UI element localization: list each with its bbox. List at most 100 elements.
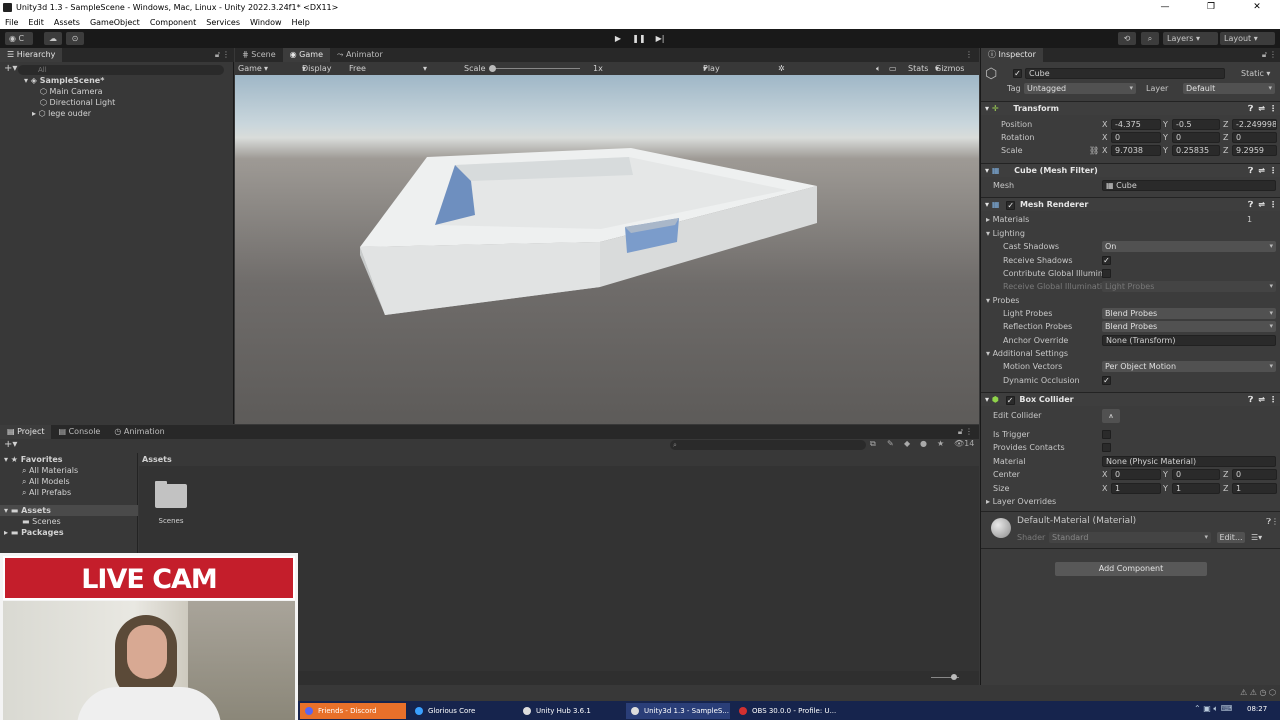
tab-animation[interactable]: ◷ Animation <box>107 425 171 439</box>
taskbar-item-obs[interactable]: OBS 30.0.0 - Profile: U... <box>734 703 838 719</box>
box-collider-enabled-checkbox[interactable]: ✓ <box>1005 396 1015 405</box>
icon-size-slider-thumb[interactable] <box>951 674 957 680</box>
lock-icon[interactable]: 🔓︎ <box>215 48 220 62</box>
close-button[interactable]: ✕ <box>1234 0 1280 15</box>
size-z-field[interactable]: 1 <box>1232 483 1277 494</box>
lock-icon[interactable]: 🔓︎ <box>958 425 963 439</box>
add-icon[interactable]: +▾ <box>4 63 17 74</box>
play-icon[interactable]: ▶ <box>608 32 628 45</box>
motion-vectors-dropdown[interactable]: Per Object Motion <box>1102 361 1276 372</box>
layer-dropdown[interactable]: Default <box>1183 83 1275 94</box>
tab-game[interactable]: ◉ Game <box>282 48 330 62</box>
search-by-type-icon[interactable]: ⧉ <box>870 439 876 449</box>
search-by-label-icon[interactable]: ✎ <box>887 439 894 448</box>
mesh-renderer-enabled-checkbox[interactable]: ✓ <box>1006 201 1016 210</box>
preset-icon[interactable]: ⇌ <box>1258 393 1265 407</box>
vr-icon[interactable]: ▭ <box>889 62 897 75</box>
reflection-probes-dropdown[interactable]: Blend Probes <box>1102 321 1276 332</box>
kebab-menu-icon[interactable]: ⋮ <box>1271 515 1279 528</box>
tab-hierarchy[interactable]: ☰ Hierarchy <box>0 48 63 62</box>
taskbar-item-unity-editor[interactable]: Unity3d 1.3 - SampleS... <box>626 703 730 719</box>
tab-scene[interactable]: ⋕ Scene <box>235 48 283 62</box>
tab-project[interactable]: ▤ Project <box>0 425 52 439</box>
light-probes-dropdown[interactable]: Blend Probes <box>1102 308 1276 319</box>
scale-x-field[interactable]: 9.7038 <box>1111 145 1161 156</box>
step-icon[interactable]: ▶| <box>650 32 670 45</box>
play-focused-dropdown[interactable]: Play Focused ▾ <box>703 62 736 86</box>
preset-icon[interactable]: ⇌ <box>1258 164 1265 178</box>
lighting-foldout[interactable]: ▾ Lighting <box>986 227 1025 240</box>
minimize-button[interactable]: — <box>1142 0 1188 15</box>
search-icon[interactable]: ⌕ <box>1141 32 1159 45</box>
edit-collider-button[interactable]: ⩚ <box>1102 409 1120 423</box>
scale-slider-thumb[interactable] <box>489 65 496 72</box>
folder-scenes[interactable]: ▬ Scenes <box>22 516 61 527</box>
menu-edit[interactable]: Edit <box>23 18 49 27</box>
favorite-all-materials[interactable]: ⌕ All Materials <box>22 465 78 476</box>
assets-folder[interactable]: ▾ ▬ Assets <box>0 505 138 516</box>
hierarchy-search-input[interactable]: All <box>18 65 224 75</box>
kebab-menu-icon[interactable]: ⋮ <box>1269 164 1277 178</box>
rotation-x-field[interactable]: 0 <box>1111 132 1161 143</box>
position-y-field[interactable]: -0.5 <box>1172 119 1220 130</box>
static-toggle[interactable]: Static ▾ <box>1241 67 1270 80</box>
game-viewport[interactable] <box>235 75 979 424</box>
mesh-renderer-header[interactable]: ▾ ▦ ✓ Mesh Renderer ❓︎ ⇌ ⋮ <box>981 197 1280 211</box>
position-x-field[interactable]: -4.375 <box>1111 119 1161 130</box>
tag-dropdown[interactable]: Untagged <box>1024 83 1136 94</box>
help-icon[interactable]: ❓︎ <box>1248 393 1253 407</box>
list-menu-icon[interactable]: ☰▾ <box>1251 531 1262 544</box>
scale-slider[interactable] <box>490 68 580 69</box>
size-x-field[interactable]: 1 <box>1111 483 1161 494</box>
size-y-field[interactable]: 1 <box>1172 483 1220 494</box>
layers-dropdown[interactable]: Layers ▾ <box>1163 32 1218 45</box>
rotation-z-field[interactable]: 0 <box>1232 132 1277 143</box>
hierarchy-item-directional-light[interactable]: ⬡ Directional Light <box>40 97 115 108</box>
audio-icon[interactable]: 🔈︎ <box>876 62 881 75</box>
shader-dropdown[interactable]: Standard <box>1049 532 1211 543</box>
pause-icon[interactable]: ❚❚ <box>629 32 649 45</box>
mesh-filter-header[interactable]: ▾ ▦ Cube (Mesh Filter) ❓︎ ⇌ ⋮ <box>981 163 1280 177</box>
preset-icon[interactable]: ⇌ <box>1258 102 1265 116</box>
hidden-packages-icon[interactable]: 👁︎14 <box>954 439 974 448</box>
center-x-field[interactable]: 0 <box>1111 469 1161 480</box>
help-icon[interactable]: ❓︎ <box>1248 198 1253 212</box>
scale-y-field[interactable]: 0.25835 <box>1172 145 1220 156</box>
link-icon[interactable]: ⛓ <box>1089 144 1099 157</box>
hierarchy-item-lege-ouder[interactable]: ▸ ⬡ lege ouder <box>32 108 91 119</box>
layer-overrides-foldout[interactable]: ▸ Layer Overrides <box>986 495 1056 508</box>
menu-gameobject[interactable]: GameObject <box>85 18 145 27</box>
lock-icon[interactable]: 🔓︎ <box>1262 48 1267 62</box>
cast-shadows-dropdown[interactable]: On <box>1102 241 1276 252</box>
add-icon[interactable]: +▾ <box>4 439 17 450</box>
hierarchy-item-main-camera[interactable]: ⬡ Main Camera <box>40 86 103 97</box>
contribute-gi-checkbox[interactable] <box>1102 269 1111 278</box>
info-icon[interactable]: ● <box>920 439 927 448</box>
kebab-menu-icon[interactable]: ⋮ <box>1269 198 1277 212</box>
receive-shadows-checkbox[interactable]: ✓ <box>1102 256 1111 265</box>
active-checkbox[interactable]: ✓ <box>1013 69 1022 78</box>
scale-z-field[interactable]: 9.2959 <box>1232 145 1277 156</box>
transform-header[interactable]: ▾ ✛ Transform ❓︎ ⇌ ⋮ <box>981 101 1280 115</box>
provides-contacts-checkbox[interactable] <box>1102 443 1111 452</box>
packages-folder[interactable]: ▸ ▬ Packages <box>4 527 64 538</box>
tab-animator[interactable]: ⤳ Animator <box>330 48 390 62</box>
kebab-menu-icon[interactable]: ⋮ <box>965 425 973 439</box>
menu-help[interactable]: Help <box>287 18 315 27</box>
tray-icons[interactable]: ⌃ ▣ 🔈︎ ⌨ <box>1194 704 1232 714</box>
display-dropdown[interactable]: Display 1 ▾ <box>302 62 332 86</box>
menu-file[interactable]: File <box>0 18 23 27</box>
position-z-field[interactable]: -2.249998 <box>1232 119 1277 130</box>
history-icon[interactable]: ⟲ <box>1118 32 1136 45</box>
kebab-menu-icon[interactable]: ⋮ <box>222 48 230 62</box>
asset-folder-scenes[interactable]: Scenes <box>153 480 189 525</box>
center-z-field[interactable]: 0 <box>1232 469 1277 480</box>
dynamic-occlusion-checkbox[interactable]: ✓ <box>1102 376 1111 385</box>
physic-material-field[interactable]: None (Physic Material) <box>1102 456 1276 467</box>
taskbar-item-glorious-core[interactable]: Glorious Core <box>410 703 514 719</box>
rotation-y-field[interactable]: 0 <box>1172 132 1220 143</box>
maximize-button[interactable]: ❐ <box>1188 0 1234 15</box>
project-search-input[interactable]: ⌕ <box>670 440 866 450</box>
probes-foldout[interactable]: ▾ Probes <box>986 294 1019 307</box>
kebab-menu-icon[interactable]: ⋮ <box>1269 48 1277 62</box>
